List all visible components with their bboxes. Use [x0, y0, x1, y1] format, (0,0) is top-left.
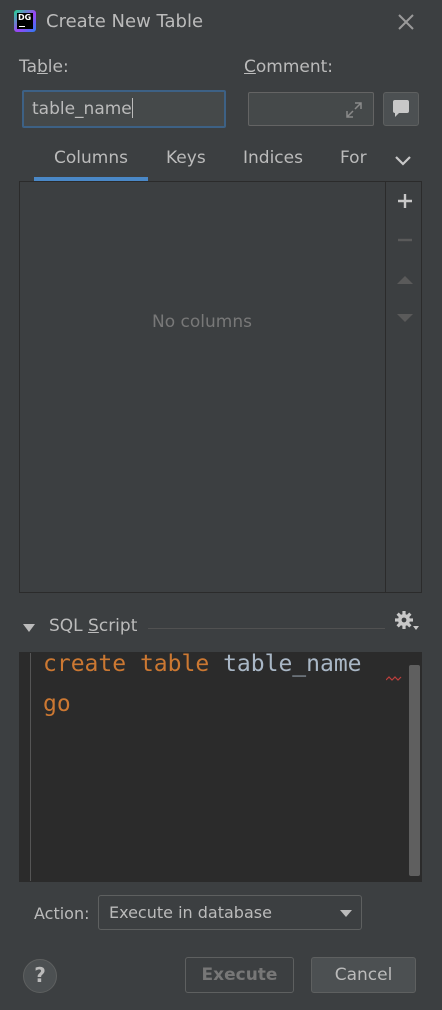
window-title: Create New Table — [46, 11, 204, 32]
columns-panel — [19, 181, 422, 593]
table-name-value: table_name — [32, 99, 132, 119]
comment-input[interactable] — [248, 92, 374, 126]
sql-editor[interactable] — [19, 652, 422, 882]
section-separator — [148, 628, 385, 629]
tab-keys[interactable]: Keys — [166, 148, 206, 168]
text-caret — [131, 98, 133, 118]
editor-gutter-line — [30, 653, 31, 881]
action-label: Action: — [34, 904, 90, 923]
sql-settings-button[interactable] — [394, 610, 420, 636]
code-line-1: create table table_name — [43, 651, 362, 677]
empty-columns-text: No columns — [152, 312, 252, 332]
help-button[interactable]: ? — [23, 959, 57, 993]
table-name-input[interactable]: table_name — [22, 90, 226, 128]
collapse-triangle-icon — [23, 624, 35, 632]
move-down-icon[interactable] — [396, 311, 414, 325]
expand-icon[interactable] — [345, 101, 363, 119]
error-squiggle — [386, 676, 402, 681]
tab-columns[interactable]: Columns — [54, 148, 128, 168]
dropdown-arrow-icon — [340, 910, 352, 917]
sql-script-label: SQL Script — [49, 616, 138, 636]
speech-bubble-icon — [393, 100, 409, 117]
comment-label: Comment: — [244, 57, 334, 77]
minus-icon[interactable] — [396, 231, 414, 249]
tab-foreign-keys[interactable]: For — [340, 148, 367, 168]
datagrip-app-icon: DG — [14, 10, 36, 32]
tab-indices[interactable]: Indices — [243, 148, 303, 168]
chevron-down-icon — [395, 156, 411, 166]
close-button[interactable] — [394, 10, 418, 34]
cancel-button[interactable]: Cancel — [311, 957, 416, 993]
plus-icon[interactable] — [396, 192, 414, 210]
table-label: Table: — [19, 57, 69, 77]
more-tabs-button[interactable] — [394, 153, 412, 172]
move-up-icon[interactable] — [396, 273, 414, 287]
code-line-2: go — [43, 691, 71, 717]
comment-button[interactable] — [383, 92, 419, 126]
columns-toolbar-divider — [385, 181, 386, 593]
action-select-value: Execute in database — [109, 903, 272, 922]
execute-button[interactable]: Execute — [185, 957, 294, 993]
gear-icon — [395, 611, 419, 630]
action-select[interactable]: Execute in database — [98, 895, 362, 930]
editor-scrollbar[interactable] — [409, 665, 420, 876]
close-icon — [398, 14, 414, 30]
